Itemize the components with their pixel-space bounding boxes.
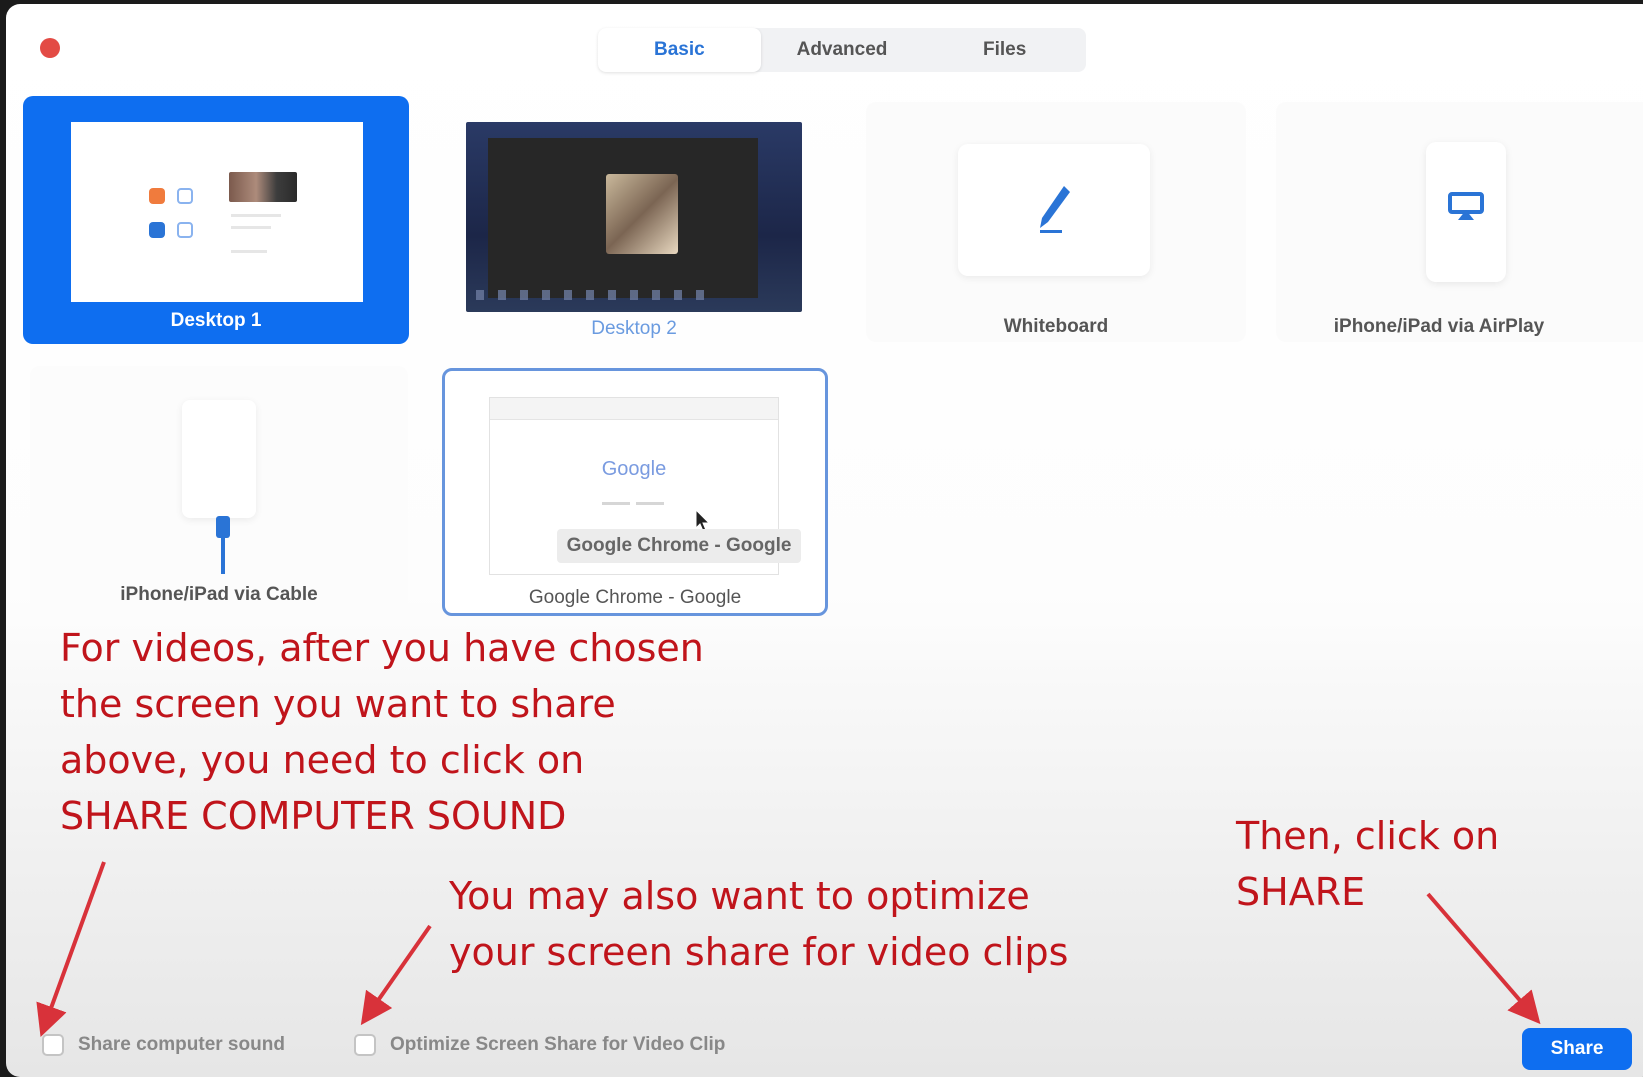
mini-line — [231, 226, 271, 229]
annotation-line: above, you need to click on — [60, 738, 585, 782]
mini-line — [231, 250, 267, 253]
search-line — [602, 502, 630, 505]
mini-outline-icon — [177, 222, 193, 238]
mini-line — [231, 214, 281, 217]
pencil-icon — [1040, 186, 1070, 233]
window-tooltip: Google Chrome - Google — [557, 529, 801, 563]
mini-orange-icon — [149, 188, 165, 204]
annotation-share: Then, click on SHARE — [1236, 808, 1499, 920]
annotation-optimize: You may also want to optimize your scree… — [449, 868, 1068, 980]
annotation-line: You may also want to optimize — [449, 874, 1030, 918]
share-computer-sound-label: Share computer sound — [78, 1034, 285, 1055]
optimize-video-label: Optimize Screen Share for Video Clip — [390, 1034, 726, 1055]
dock-strip — [476, 290, 716, 300]
tab-basic[interactable]: Basic — [598, 28, 761, 72]
whiteboard-label: Whiteboard — [1003, 316, 1109, 337]
airplay-label: iPhone/iPad via AirPlay — [1333, 316, 1545, 337]
share-computer-sound-checkbox[interactable] — [42, 1034, 64, 1056]
share-option-google-chrome[interactable]: Google Google Chrome - Google Google Chr… — [442, 368, 828, 616]
share-option-cable[interactable]: iPhone/iPad via Cable — [30, 366, 408, 610]
search-line — [636, 502, 664, 505]
optimize-video-checkbox[interactable] — [354, 1034, 376, 1056]
phone-outline — [1426, 142, 1506, 282]
google-logo: Google — [601, 458, 667, 480]
annotation-line: the screen you want to share — [60, 682, 616, 726]
airplay-icon — [1448, 192, 1484, 220]
browser-toolbar — [490, 398, 778, 420]
optimize-video-option[interactable]: Optimize Screen Share for Video Clip — [354, 1034, 725, 1056]
share-option-desktop-2[interactable] — [466, 122, 802, 312]
tab-advanced[interactable]: Advanced — [761, 28, 924, 72]
cable-icon — [216, 516, 230, 574]
annotation-line: Then, click on — [1236, 814, 1500, 858]
share-button[interactable]: Share — [1522, 1028, 1632, 1070]
close-dot-icon[interactable] — [40, 38, 60, 58]
share-computer-sound-option[interactable]: Share computer sound — [42, 1034, 285, 1056]
desktop-2-thumbnail — [488, 138, 758, 298]
share-option-desktop-1[interactable]: Desktop 1 — [23, 96, 409, 344]
share-tabs: Basic Advanced Files — [598, 28, 1086, 72]
cable-label: iPhone/iPad via Cable — [120, 584, 318, 605]
annotation-line: your screen share for video clips — [449, 930, 1069, 974]
phone-outline — [182, 400, 256, 518]
annotation-line: SHARE COMPUTER SOUND — [60, 794, 567, 838]
mini-blue-icon — [149, 222, 165, 238]
annotation-line: SHARE — [1236, 870, 1366, 914]
mini-outline-icon — [177, 188, 193, 204]
annotation-computer-sound: For videos, after you have chosen the sc… — [60, 620, 704, 844]
desktop-2-label: Desktop 2 — [591, 318, 677, 339]
desktop-1-thumbnail — [71, 122, 363, 302]
google-chrome-label: Google Chrome - Google — [528, 587, 742, 608]
mini-video-thumbnail — [229, 172, 297, 202]
annotation-line: For videos, after you have chosen — [60, 626, 704, 670]
whiteboard-card — [958, 144, 1150, 276]
desktop-1-label: Desktop 1 — [170, 310, 262, 331]
video-person-thumbnail — [606, 174, 678, 254]
tab-files[interactable]: Files — [923, 28, 1086, 72]
share-option-airplay[interactable]: iPhone/iPad via AirPlay — [1276, 102, 1643, 342]
share-option-whiteboard[interactable]: Whiteboard — [866, 102, 1246, 342]
